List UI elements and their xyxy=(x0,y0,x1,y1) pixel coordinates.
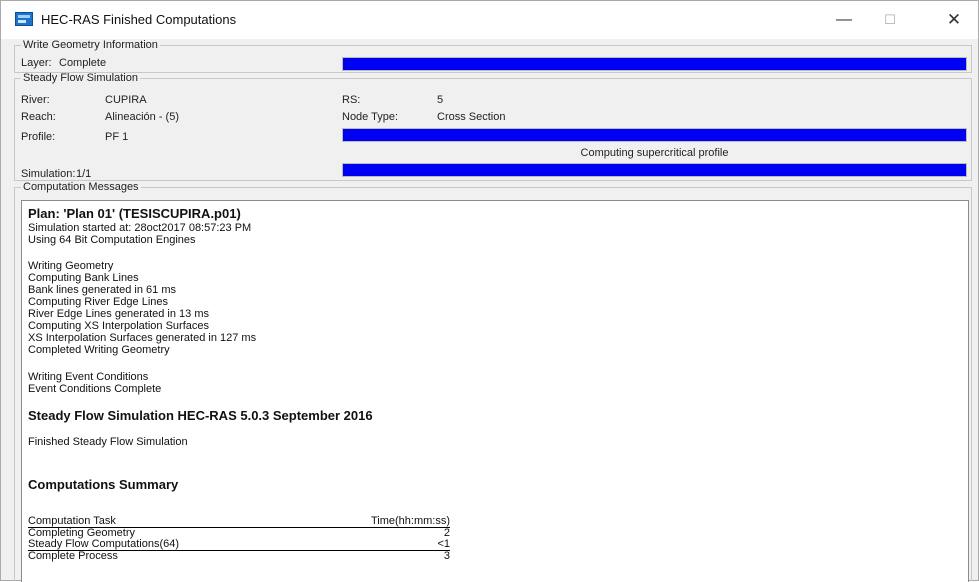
summary-row: Complete Process 3 xyxy=(28,551,450,562)
steady-flow-header: Steady Flow Simulation HEC-RAS 5.0.3 Sep… xyxy=(28,408,373,423)
title-bar[interactable]: HEC-RAS Finished Computations — ☐ ✕ xyxy=(1,1,978,39)
minimize-icon: — xyxy=(836,11,852,28)
close-button[interactable]: ✕ xyxy=(931,1,977,39)
message-line: Writing Event Conditions xyxy=(28,371,149,383)
hec-ras-app-icon xyxy=(15,12,33,26)
summary-task: Steady Flow Computations(64) xyxy=(28,538,180,550)
reach-value: Alineación - (5) xyxy=(105,111,179,123)
profile-label: Profile: xyxy=(21,131,56,143)
message-line: Computing Bank Lines xyxy=(28,272,139,284)
profile-progress-bar xyxy=(342,128,967,142)
computation-messages-legend: Computation Messages xyxy=(23,181,139,193)
message-line: River Edge Lines generated in 13 ms xyxy=(28,308,209,320)
message-line: Completed Writing Geometry xyxy=(28,344,170,356)
rs-value: 5 xyxy=(437,94,444,106)
message-line: Bank lines generated in 61 ms xyxy=(28,284,176,296)
profile-value: PF 1 xyxy=(105,131,129,143)
message-line: Computing XS Interpolation Surfaces xyxy=(28,320,209,332)
node-type-label: Node Type: xyxy=(342,111,399,123)
message-line: Writing Geometry xyxy=(28,260,114,272)
plan-line: Plan: 'Plan 01' (TESISCUPIRA.p01) xyxy=(28,206,241,221)
message-line: Simulation started at: 28oct2017 08:57:2… xyxy=(28,222,252,234)
finished-computations-window: HEC-RAS Finished Computations — ☐ ✕ Writ… xyxy=(0,0,979,582)
minimize-button[interactable]: — xyxy=(821,1,867,39)
computation-messages-panel[interactable]: Plan: 'Plan 01' (TESISCUPIRA.p01) Simula… xyxy=(21,200,969,582)
summary-task: Complete Process xyxy=(28,550,118,562)
simulation-progress-bar xyxy=(342,163,967,177)
message-line: XS Interpolation Surfaces generated in 1… xyxy=(28,332,257,344)
maximize-button[interactable]: ☐ xyxy=(867,1,913,39)
message-line: Using 64 Bit Computation Engines xyxy=(28,234,196,246)
summary-time: 3 xyxy=(443,550,450,562)
message-line: Computing River Edge Lines xyxy=(28,296,169,308)
layer-label: Layer: xyxy=(21,57,52,69)
simulation-value: 1/1 xyxy=(76,168,92,180)
summary-time: <1 xyxy=(437,538,450,550)
message-line: Event Conditions Complete xyxy=(28,383,162,395)
close-icon: ✕ xyxy=(946,10,962,29)
river-label: River: xyxy=(21,94,50,106)
maximize-icon: ☐ xyxy=(884,12,896,27)
simulation-progress-fill xyxy=(343,164,966,176)
river-value: CUPIRA xyxy=(105,94,147,106)
geometry-progress-bar xyxy=(342,57,967,71)
profile-progress-fill xyxy=(343,129,966,141)
message-line: Finished Steady Flow Simulation xyxy=(28,436,188,448)
status-text: Computing supercritical profile xyxy=(580,147,729,159)
summary-title: Computations Summary xyxy=(28,477,179,492)
simulation-label: Simulation: xyxy=(21,168,76,180)
reach-label: Reach: xyxy=(21,111,56,123)
geometry-progress-fill xyxy=(343,58,966,70)
rs-label: RS: xyxy=(342,94,361,106)
summary-header-time: Time(hh:mm:ss) xyxy=(370,515,450,527)
steady-flow-legend: Steady Flow Simulation xyxy=(23,72,138,84)
summary-header-task: Computation Task xyxy=(28,515,116,527)
window-title: HEC-RAS Finished Computations xyxy=(41,12,237,27)
computations-summary-table: Computation Task Time(hh:mm:ss) Completi… xyxy=(28,516,450,562)
write-geometry-legend: Write Geometry Information xyxy=(23,39,158,51)
node-type-value: Cross Section xyxy=(437,111,506,123)
layer-value: Complete xyxy=(59,57,107,69)
